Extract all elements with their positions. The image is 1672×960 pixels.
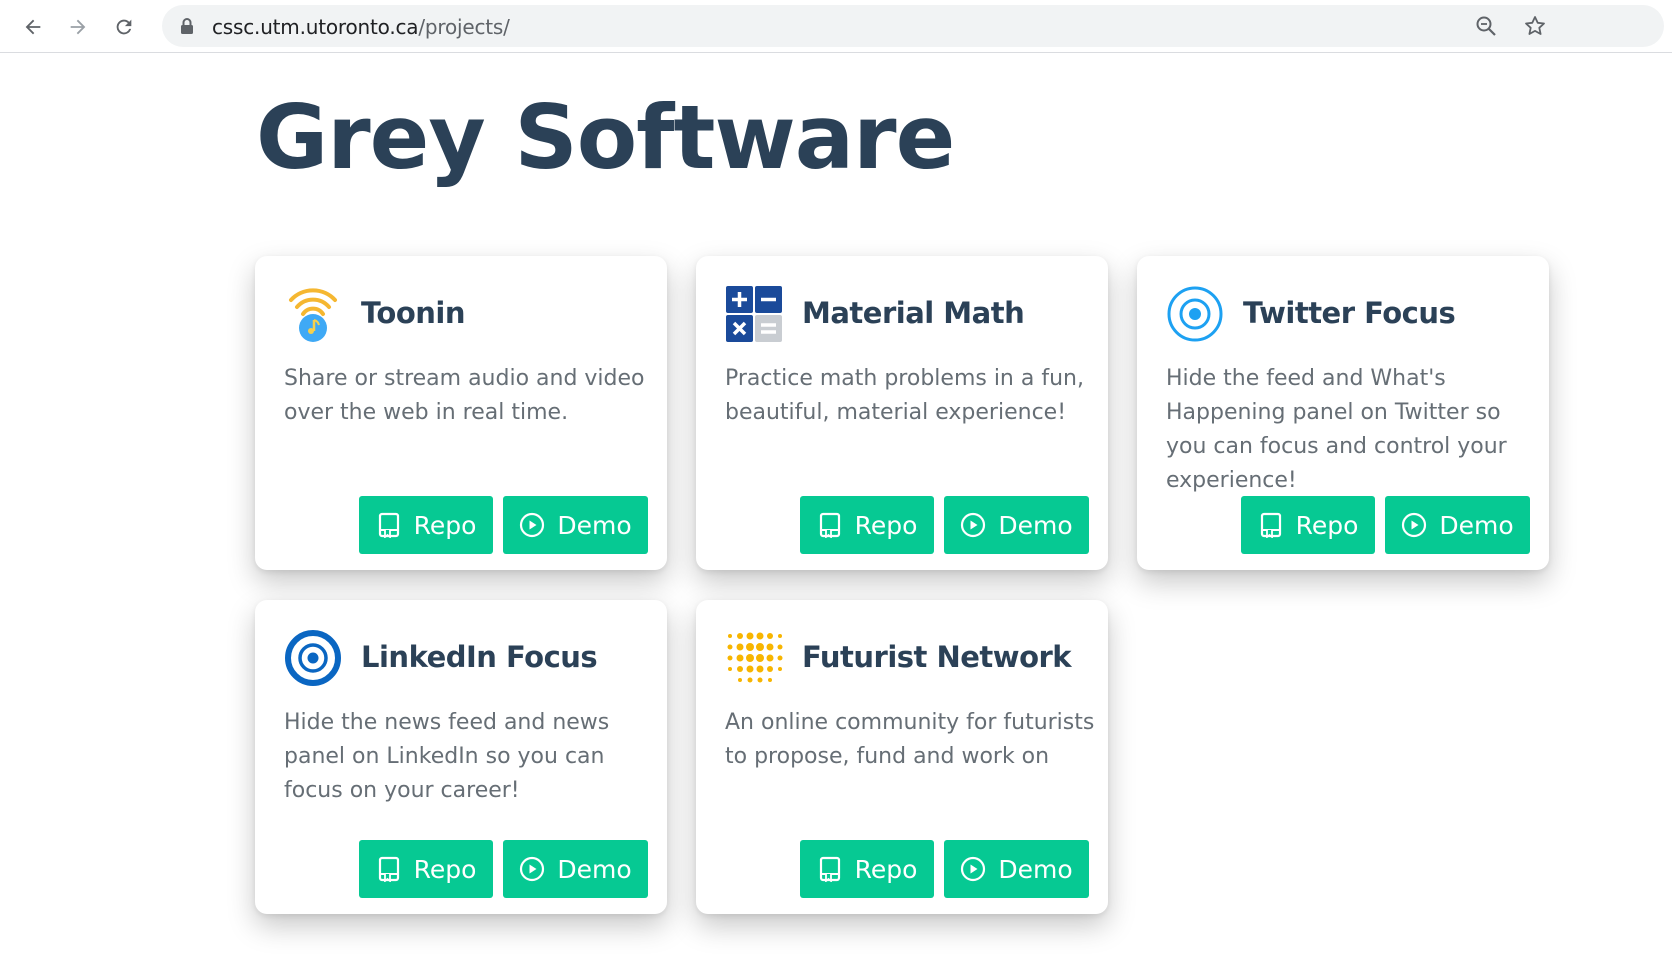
demo-label: Demo xyxy=(1439,510,1514,540)
repo-button[interactable]: Repo xyxy=(1241,496,1375,554)
repo-label: Repo xyxy=(1295,510,1359,540)
repo-button[interactable]: Repo xyxy=(800,840,934,898)
project-description: Practice math problems in a fun, beautif… xyxy=(725,366,1084,425)
project-card-material-math: Material Math Practice math problems in … xyxy=(696,256,1108,570)
repo-button[interactable]: Repo xyxy=(800,496,934,554)
play-circle-icon xyxy=(520,856,545,882)
browser-toolbar: cssc.utm.utoronto.ca/projects/ xyxy=(0,0,1672,53)
dot-grid-icon xyxy=(727,632,783,683)
book-icon xyxy=(1260,512,1281,538)
demo-label: Demo xyxy=(557,854,632,884)
repo-button[interactable]: Repo xyxy=(359,840,493,898)
address-bar[interactable]: cssc.utm.utoronto.ca/projects/ xyxy=(162,5,1664,47)
reload-icon xyxy=(116,19,132,35)
project-description: Hide the news feed and news panel on Lin… xyxy=(284,710,610,803)
bookmark-star-icon[interactable] xyxy=(1523,14,1547,38)
project-card-toonin: Toonin Share or stream audio and video o… xyxy=(255,256,667,570)
demo-label: Demo xyxy=(557,510,632,540)
repo-label: Repo xyxy=(413,510,477,540)
demo-button[interactable]: Demo xyxy=(503,840,648,898)
url-host: cssc.utm.utoronto.ca xyxy=(212,15,419,39)
project-card-linkedin-focus: LinkedIn Focus Hide the news feed and ne… xyxy=(255,600,667,914)
project-title: Toonin xyxy=(361,296,466,330)
project-title: Material Math xyxy=(802,296,1025,330)
repo-button[interactable]: Repo xyxy=(359,496,493,554)
repo-label: Repo xyxy=(854,854,918,884)
book-icon xyxy=(819,856,840,882)
project-card-twitter-focus: Twitter Focus Hide the feed and What's H… xyxy=(1137,256,1549,570)
play-circle-icon xyxy=(961,512,986,538)
repo-label: Repo xyxy=(413,854,477,884)
book-icon xyxy=(819,512,840,538)
project-title: Futurist Network xyxy=(802,640,1072,674)
demo-label: Demo xyxy=(998,854,1073,884)
play-circle-icon xyxy=(961,856,986,882)
url-text: cssc.utm.utoronto.ca/projects/ xyxy=(212,15,510,39)
target-icon xyxy=(285,630,341,686)
demo-button[interactable]: Demo xyxy=(944,496,1089,554)
wifi-music-icon xyxy=(289,288,337,342)
demo-button[interactable]: Demo xyxy=(1385,496,1530,554)
book-icon xyxy=(378,512,399,538)
project-description: Share or stream audio and video over the… xyxy=(284,366,645,425)
project-description: Hide the feed and What's Happening panel… xyxy=(1166,366,1507,493)
back-icon xyxy=(25,19,41,35)
back-button[interactable] xyxy=(16,10,50,44)
project-card-futurist-network: Futurist Network An online community for… xyxy=(696,600,1108,914)
demo-label: Demo xyxy=(998,510,1073,540)
book-icon xyxy=(378,856,399,882)
calculator-icon xyxy=(726,286,782,342)
page-title: Grey Software xyxy=(256,86,955,189)
reload-button[interactable] xyxy=(107,10,141,44)
project-title: Twitter Focus xyxy=(1243,296,1456,330)
lock-icon xyxy=(181,18,193,34)
play-circle-icon xyxy=(520,512,545,538)
project-title: LinkedIn Focus xyxy=(361,640,598,674)
url-path: /projects/ xyxy=(418,15,510,39)
demo-button[interactable]: Demo xyxy=(944,840,1089,898)
repo-label: Repo xyxy=(854,510,918,540)
forward-button[interactable] xyxy=(61,10,95,44)
demo-button[interactable]: Demo xyxy=(503,496,648,554)
project-description: An online community for futurists to pro… xyxy=(725,710,1095,769)
target-icon xyxy=(1167,286,1223,342)
play-circle-icon xyxy=(1402,512,1427,538)
forward-icon xyxy=(70,19,86,35)
zoom-icon[interactable] xyxy=(1474,14,1498,38)
